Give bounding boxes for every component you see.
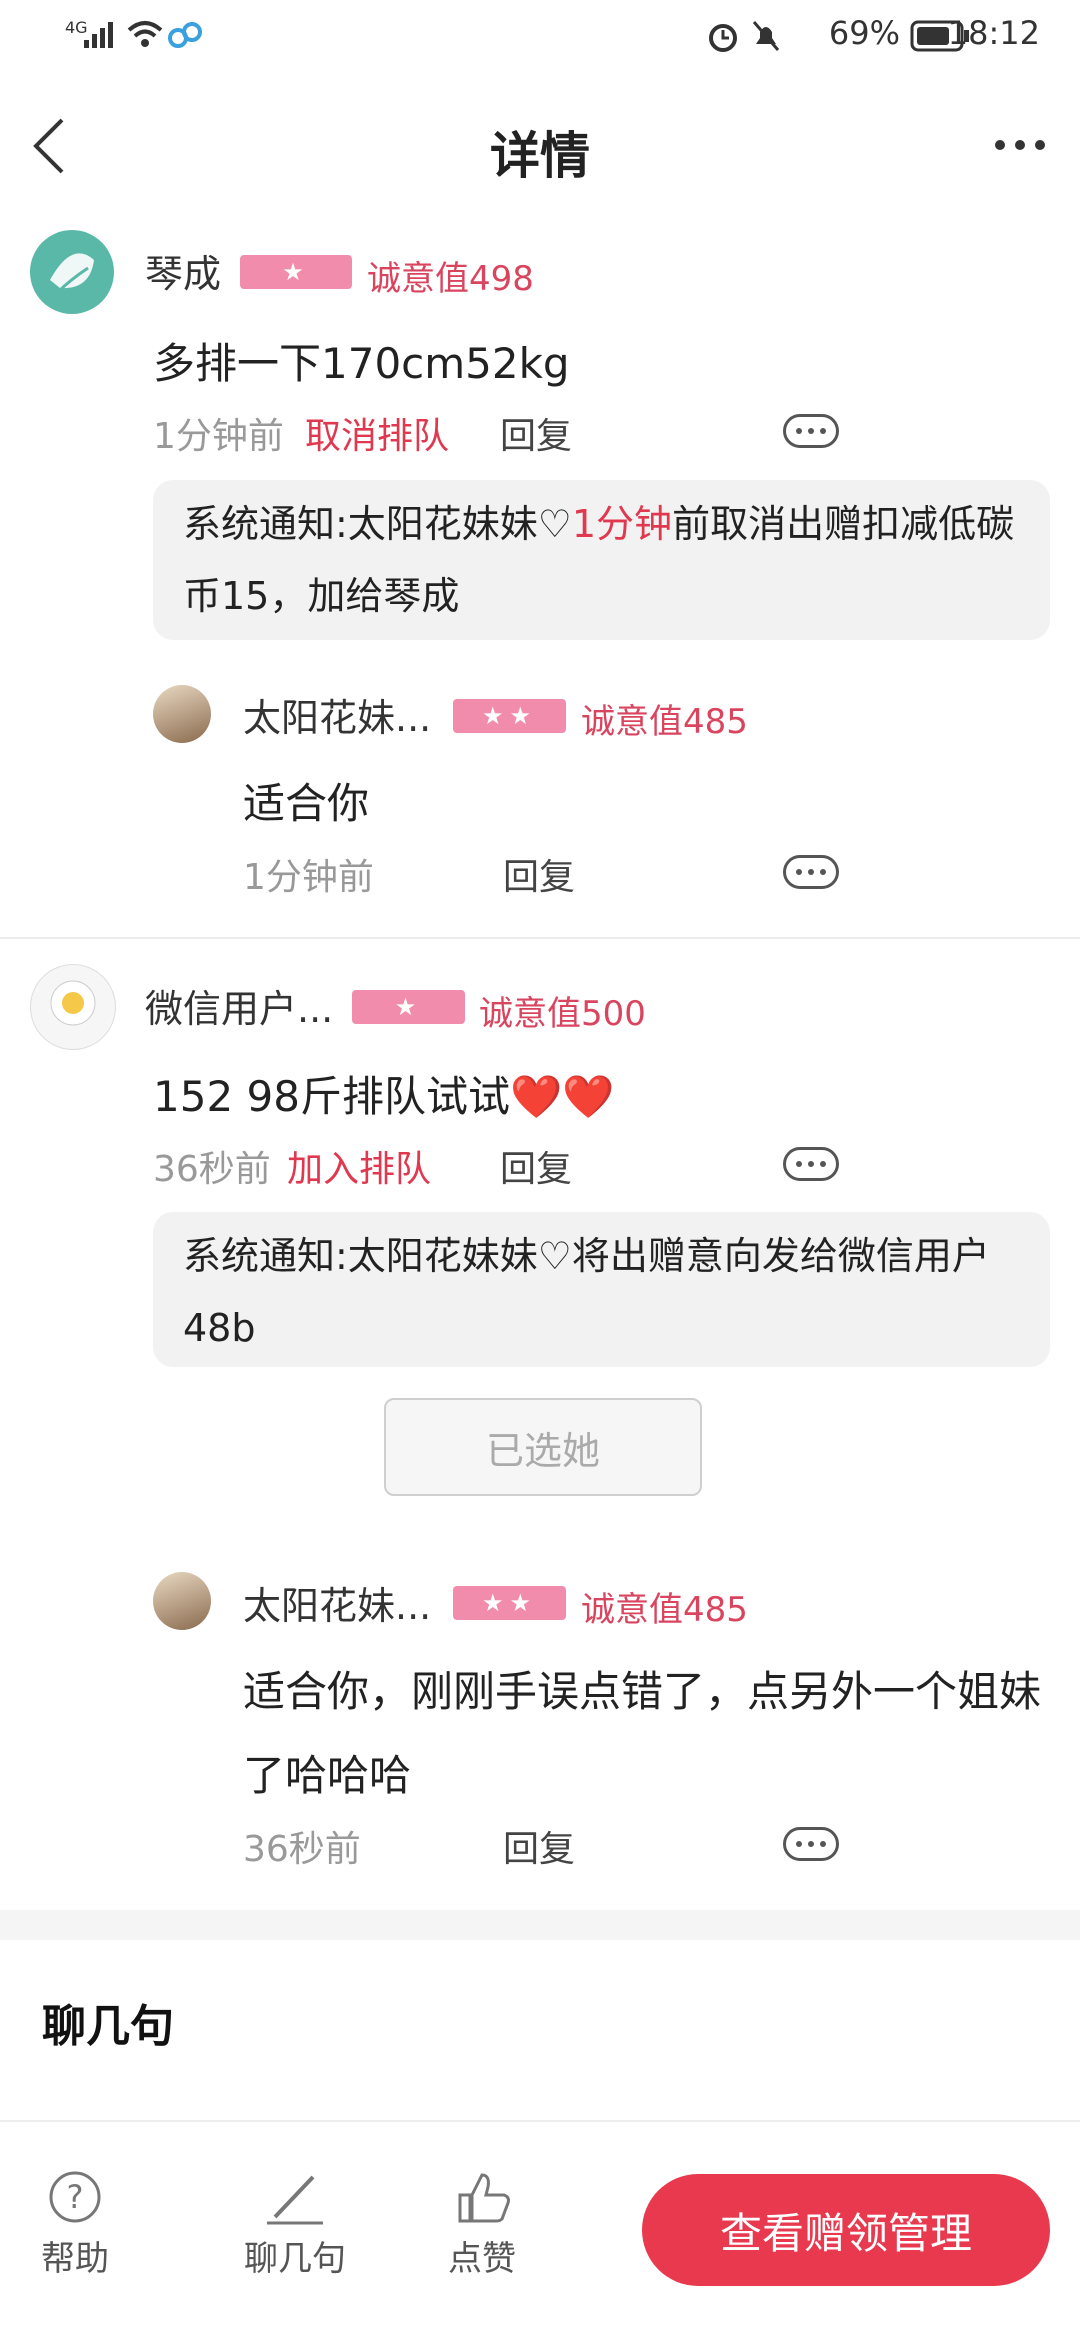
comment-time: 36秒前 (243, 1829, 361, 1870)
egg-logo-icon (50, 980, 96, 1026)
chosen-button[interactable]: 已选她 (384, 1398, 702, 1496)
reply-button[interactable]: 回复 (500, 407, 572, 459)
avatar[interactable] (30, 230, 114, 314)
comment-time: 36秒前 (153, 1149, 271, 1190)
bottom-bar: ? 帮助 聊几句 点赞 查看赠领管理 (0, 2120, 1080, 2342)
cancel-queue-button[interactable]: 取消排队 (305, 407, 449, 459)
level-badge: ★★ (453, 699, 566, 733)
pen-icon (267, 2175, 323, 2225)
level-badge: ★ (240, 255, 352, 289)
mute-bell-icon (752, 21, 780, 51)
comment-time: 1分钟前 (153, 416, 284, 457)
alarm-icon (709, 24, 737, 52)
level-badge: ★★ (453, 1586, 566, 1620)
user-name[interactable]: 太阳花妹... (243, 1575, 431, 1630)
comment-text: 152 98斤排队试试❤️❤️ (153, 1072, 615, 1121)
help-label: 帮助 (41, 2239, 109, 2279)
more-options-icon[interactable] (990, 120, 1050, 170)
like-tab[interactable]: 点赞 (432, 2167, 532, 2280)
avatar[interactable] (153, 685, 211, 743)
comment-text: 多排一下170cm52kg (153, 339, 570, 388)
user-name[interactable]: 琴成 (145, 243, 221, 298)
divider (0, 937, 1080, 939)
avatar[interactable] (153, 1572, 211, 1630)
comment-more-icon[interactable] (783, 1147, 839, 1181)
like-label: 点赞 (448, 2239, 516, 2279)
comment-more-icon[interactable] (783, 855, 839, 889)
chat-section-title: 聊几句 (42, 2001, 174, 2052)
view-gift-management-button[interactable]: 查看赠领管理 (642, 2174, 1050, 2286)
header: 详情 (0, 90, 1080, 200)
system-notice: 系统通知:太阳花妹妹♡将出赠意向发给微信用户48b (153, 1212, 1050, 1367)
clock: 18:12 (947, 14, 1040, 52)
status-bar: 4G 69% 18:12 (0, 0, 1080, 75)
signal-icon (84, 22, 113, 48)
notice-highlight: 1分钟 (571, 502, 673, 546)
user-name[interactable]: 微信用户... (145, 978, 333, 1033)
system-notice: 系统通知:太阳花妹妹♡1分钟前取消出赠扣减低碳币15，加给琴成 (153, 480, 1050, 640)
level-badge: ★ (352, 990, 465, 1024)
wifi-icon (127, 21, 163, 47)
thumbs-up-icon (458, 2173, 510, 2223)
sincerity-value: 诚意值498 (367, 259, 534, 299)
comment-more-icon[interactable] (783, 414, 839, 448)
join-queue-button[interactable]: 加入排队 (287, 1140, 431, 1192)
comment-text: 适合你，刚刚手误点错了，点另外一个姐妹了哈哈哈 (243, 1667, 1042, 1800)
section-separator (0, 1910, 1080, 1940)
chat-tab[interactable]: 聊几句 (235, 2167, 355, 2280)
notice-prefix: 系统通知:太阳花妹妹♡ (183, 502, 572, 546)
user-name[interactable]: 太阳花妹... (243, 687, 431, 742)
reply-button[interactable]: 回复 (500, 1140, 572, 1192)
app-notification-icon (168, 22, 202, 48)
leaf-logo-icon (50, 253, 94, 294)
avatar[interactable] (30, 964, 116, 1050)
sincerity-value: 诚意值485 (581, 1590, 748, 1630)
help-tab[interactable]: ? 帮助 (25, 2167, 125, 2280)
reply-button[interactable]: 回复 (503, 848, 575, 900)
comment-time: 1分钟前 (243, 857, 374, 898)
battery-percent: 69% (828, 14, 900, 52)
help-icon: ? (49, 2171, 101, 2223)
sincerity-value: 诚意值500 (479, 994, 646, 1034)
reply-button[interactable]: 回复 (503, 1820, 575, 1872)
page-title: 详情 (490, 127, 590, 185)
comment-more-icon[interactable] (783, 1827, 839, 1861)
comment-text: 适合你 (243, 779, 370, 828)
sincerity-value: 诚意值485 (581, 702, 748, 742)
svg-text:?: ? (67, 2178, 84, 2216)
chat-label: 聊几句 (244, 2239, 346, 2279)
